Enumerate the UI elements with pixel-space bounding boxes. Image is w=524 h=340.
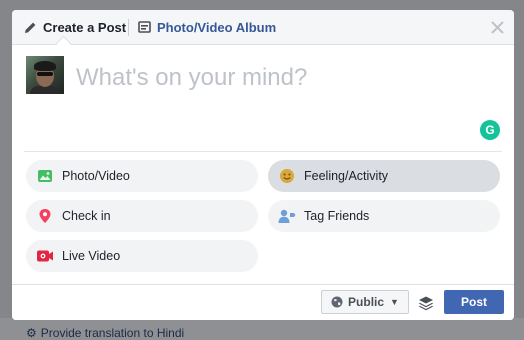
- composer-tab-bar: Create a Post Photo/Video Album: [12, 10, 514, 45]
- pencil-icon: [24, 21, 37, 34]
- layers-icon: [419, 296, 433, 311]
- check-in-label: Check in: [62, 209, 111, 223]
- tab-create-post-label: Create a Post: [43, 19, 127, 35]
- tag-friends-icon: [278, 207, 296, 225]
- status-composer-input[interactable]: [76, 58, 456, 98]
- caret-down-icon: ▼: [390, 297, 399, 307]
- live-video-icon: [36, 247, 54, 265]
- translation-link[interactable]: ⚙ Provide translation to Hindi: [26, 326, 184, 340]
- photo-video-label: Photo/Video: [62, 169, 130, 183]
- globe-icon: [331, 296, 343, 308]
- album-icon: [138, 20, 151, 34]
- tab-photo-video-album[interactable]: Photo/Video Album: [138, 10, 276, 44]
- avatar[interactable]: [26, 56, 64, 94]
- live-video-label: Live Video: [62, 249, 121, 263]
- tab-create-post[interactable]: Create a Post: [24, 10, 126, 44]
- location-pin-icon: [36, 207, 54, 225]
- feeling-activity-button[interactable]: Feeling/Activity: [268, 160, 500, 192]
- grammarly-icon[interactable]: G: [480, 120, 500, 140]
- smiley-icon: [278, 167, 296, 185]
- tab-photo-video-album-label: Photo/Video Album: [157, 19, 277, 35]
- translation-link-label: Provide translation to Hindi: [40, 326, 185, 340]
- post-options-button[interactable]: [416, 293, 436, 313]
- post-button[interactable]: Post: [444, 290, 504, 314]
- composer-footer: Public ▼ Post: [12, 284, 514, 320]
- tag-friends-button[interactable]: Tag Friends: [268, 200, 500, 232]
- divider: [24, 151, 502, 152]
- privacy-label: Public: [348, 295, 385, 309]
- close-icon: [490, 20, 504, 34]
- tag-friends-label: Tag Friends: [304, 209, 370, 223]
- close-button[interactable]: [486, 16, 508, 38]
- live-video-button[interactable]: Live Video: [26, 240, 258, 272]
- gear-icon: ⚙: [26, 326, 37, 340]
- photo-video-button[interactable]: Photo/Video: [26, 160, 258, 192]
- check-in-button[interactable]: Check in: [26, 200, 258, 232]
- feeling-activity-label: Feeling/Activity: [304, 169, 389, 183]
- photo-icon: [36, 167, 54, 185]
- tab-divider: [128, 19, 129, 36]
- privacy-selector[interactable]: Public ▼: [321, 290, 409, 314]
- create-post-dialog: Create a Post Photo/Video Album G Photo/…: [12, 10, 514, 320]
